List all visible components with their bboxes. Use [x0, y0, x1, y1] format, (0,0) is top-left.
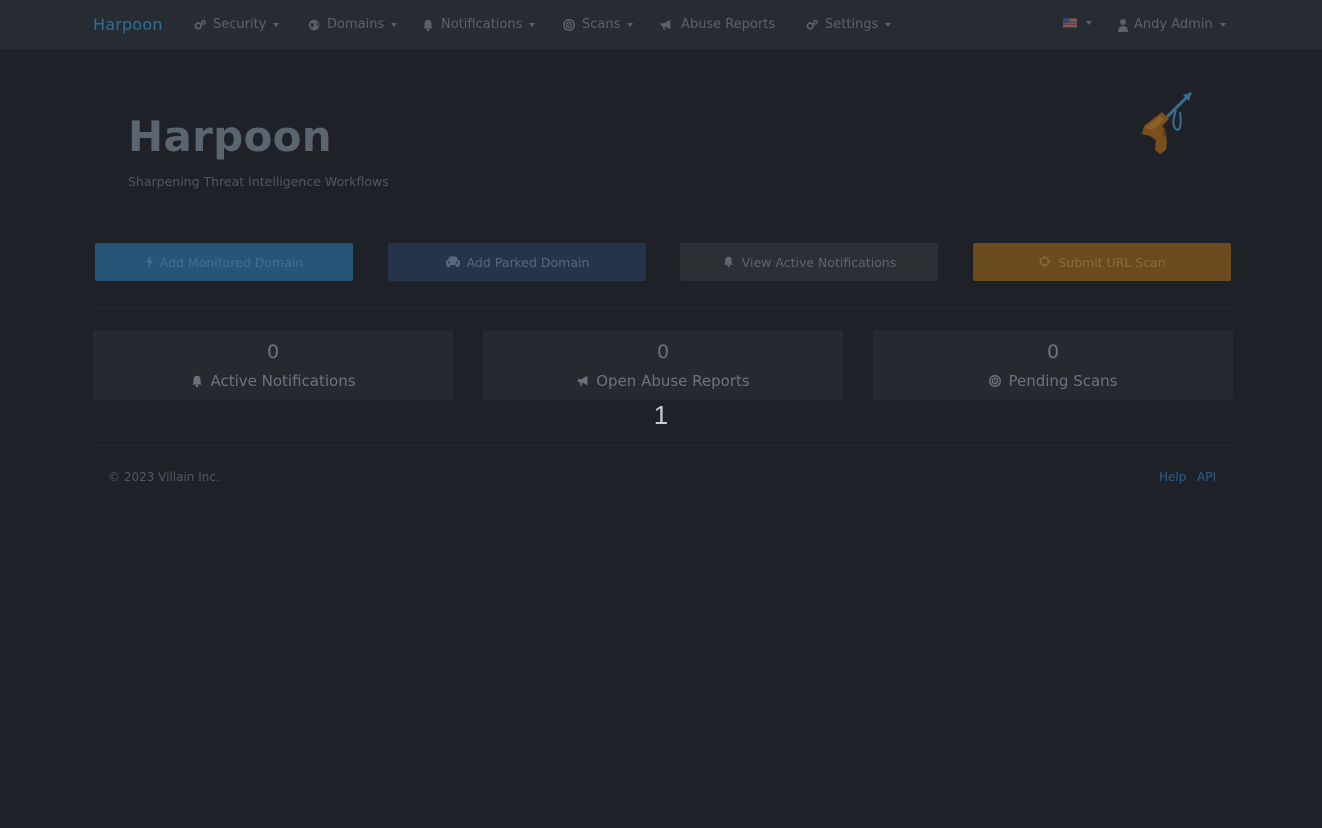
caret-down-icon [627, 22, 634, 27]
user-menu[interactable]: Andy Admin [1118, 17, 1226, 32]
crosshairs-icon [1038, 255, 1052, 269]
help-link[interactable]: Help [1159, 470, 1186, 484]
stat-count: 0 [1046, 341, 1060, 363]
view-active-notifications-button[interactable]: View Active Notifications [680, 243, 938, 281]
nav-abuse-reports[interactable]: Abuse Reports [659, 17, 775, 32]
add-parked-domain-button[interactable]: Add Parked Domain [388, 243, 646, 281]
caret-down-icon [529, 22, 536, 27]
nav-domains-label: Domains [327, 17, 385, 32]
stat-count: 0 [656, 341, 670, 363]
us-flag-icon [1063, 18, 1077, 28]
api-link[interactable]: API [1197, 470, 1216, 484]
bullhorn-icon [576, 374, 590, 388]
copyright-text: © 2023 Villain Inc. [108, 470, 220, 484]
harpoon-gun-logo [1136, 88, 1198, 158]
cogs-icon [805, 18, 819, 32]
page-number[interactable]: 1 [650, 400, 672, 431]
bullhorn-icon [659, 18, 673, 32]
car-icon [445, 255, 461, 269]
bullseye-icon [988, 374, 1002, 388]
nav-abuse-reports-label: Abuse Reports [681, 17, 776, 32]
brand-link[interactable]: Harpoon [93, 15, 163, 34]
page-title: Harpoon [128, 112, 332, 161]
section-divider [95, 308, 1231, 309]
nav-security-label: Security [213, 17, 267, 32]
caret-down-icon [1086, 21, 1092, 25]
stat-label: Open Abuse Reports [483, 372, 843, 390]
stat-label-text: Open Abuse Reports [596, 372, 750, 390]
nav-settings-label: Settings [825, 17, 879, 32]
view-active-notifications-label: View Active Notifications [741, 254, 897, 270]
top-navbar: Harpoon Security Domains Notifications S… [0, 0, 1322, 50]
user-icon [1118, 18, 1128, 32]
submit-url-scan-button[interactable]: Submit URL Scan [973, 243, 1231, 281]
add-monitored-domain-label: Add Monitored Domain [159, 254, 304, 270]
stat-label: Pending Scans [873, 372, 1233, 390]
bolt-icon [145, 255, 154, 269]
stat-card-open-abuse-reports[interactable]: 0 Open Abuse Reports [483, 330, 843, 400]
caret-down-icon [885, 22, 892, 27]
bullseye-icon [562, 18, 576, 32]
stat-label: Active Notifications [93, 372, 453, 390]
nav-notifications-label: Notifications [441, 17, 523, 32]
stat-card-active-notifications[interactable]: 0 Active Notifications [93, 330, 453, 400]
nav-security[interactable]: Security [193, 17, 280, 32]
nav-scans-label: Scans [582, 17, 621, 32]
nav-scans[interactable]: Scans [562, 17, 634, 32]
stat-count: 0 [266, 341, 280, 363]
globe-icon [307, 18, 321, 32]
footer-divider [95, 445, 1231, 446]
bell-icon [421, 18, 435, 32]
caret-down-icon [391, 22, 398, 27]
stat-label-text: Active Notifications [210, 372, 356, 390]
user-menu-label: Andy Admin [1134, 17, 1213, 32]
page-subtitle: Sharpening Threat Intelligence Workflows [128, 174, 389, 189]
cogs-icon [193, 18, 207, 32]
nav-settings[interactable]: Settings [805, 17, 892, 32]
stat-card-pending-scans[interactable]: 0 Pending Scans [873, 330, 1233, 400]
language-selector[interactable] [1063, 18, 1092, 28]
caret-down-icon [1219, 22, 1226, 27]
stat-label-text: Pending Scans [1008, 372, 1118, 390]
bell-icon [190, 374, 204, 388]
nav-notifications[interactable]: Notifications [421, 17, 536, 32]
add-parked-domain-label: Add Parked Domain [466, 254, 590, 270]
nav-domains[interactable]: Domains [307, 17, 398, 32]
add-monitored-domain-button[interactable]: Add Monitored Domain [95, 243, 353, 281]
bell-icon [722, 255, 736, 269]
caret-down-icon [273, 22, 280, 27]
submit-url-scan-label: Submit URL Scan [1058, 254, 1166, 270]
